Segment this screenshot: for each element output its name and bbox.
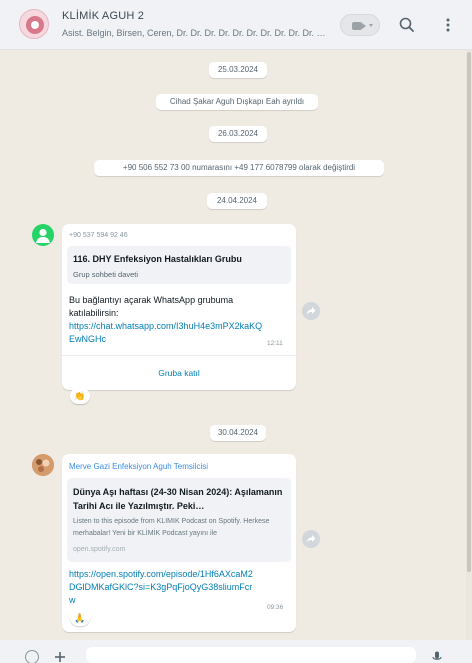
plus-icon — [55, 652, 65, 662]
forward-icon — [306, 307, 316, 315]
video-camera-icon — [352, 22, 362, 30]
reaction-badge[interactable]: 👏 — [70, 388, 90, 404]
preview-domain: open.spotify.com — [73, 546, 126, 553]
attach-button[interactable] — [54, 650, 66, 662]
forward-button[interactable] — [302, 530, 320, 548]
message-time: 09:36 — [267, 604, 284, 611]
group-avatar-logo-center — [31, 21, 39, 29]
group-invite-preview[interactable]: 116. DHY Enfeksiyon Hastalıkları Grubu G… — [67, 246, 291, 284]
date-chip: 30.04.2024 — [210, 425, 266, 441]
join-group-button[interactable]: Gruba katıl — [62, 368, 296, 378]
preview-subtitle: Grup sohbeti daveti — [73, 270, 139, 279]
sender-avatar[interactable] — [32, 224, 54, 246]
preview-title: Dünya Aşı haftası (24-30 Nisan 2024): Aş… — [73, 487, 283, 511]
scrollbar-thumb[interactable] — [467, 52, 471, 572]
chat-members[interactable]: Asist. Belgin, Birsen, Ceren, Dr. Dr. Dr… — [62, 28, 330, 38]
preview-description: Listen to this episode from KLIMIK Podca… — [73, 518, 270, 537]
smiley-icon[interactable] — [25, 650, 39, 663]
composer-bar — [0, 640, 472, 663]
forward-button[interactable] — [302, 302, 320, 320]
kebab-menu-icon — [446, 18, 450, 32]
sender-avatar[interactable] — [32, 454, 54, 476]
link-preview[interactable]: Dünya Aşı haftası (24-30 Nisan 2024): Aş… — [67, 478, 291, 562]
date-chip: 25.03.2024 — [209, 62, 267, 78]
menu-button[interactable] — [440, 14, 456, 36]
forward-icon — [306, 535, 316, 543]
system-message: +90 506 552 73 00 numarasını +49 177 607… — [94, 160, 384, 176]
message-list[interactable]: 25.03.2024 Cihad Şakar Aguh Dışkapı Eah … — [0, 50, 466, 640]
video-call-button[interactable] — [340, 14, 380, 36]
date-chip: 26.03.2024 — [209, 126, 267, 142]
message-bubble[interactable]: Merve Gazi Enfeksiyon Aguh Temsilcisi Dü… — [62, 454, 296, 632]
system-message: Cihad Şakar Aguh Dışkapı Eah ayrıldı — [156, 94, 318, 110]
sender-name[interactable]: Merve Gazi Enfeksiyon Aguh Temsilcisi — [69, 462, 208, 471]
microphone-button[interactable] — [432, 650, 442, 662]
chevron-down-icon — [369, 24, 373, 27]
reaction-badge[interactable]: 🙏 — [70, 610, 90, 626]
group-avatar[interactable] — [19, 9, 49, 39]
message-time: 12:11 — [267, 340, 283, 347]
chat-title[interactable]: KLİMİK AGUH 2 — [62, 10, 144, 22]
message-link[interactable]: https://open.spotify.com/episode/1Hf6AXc… — [69, 568, 253, 607]
divider — [62, 355, 296, 356]
date-chip: 24.04.2024 — [207, 193, 267, 209]
sender-phone[interactable]: +90 537 594 92 46 — [69, 232, 128, 239]
preview-title: 116. DHY Enfeksiyon Hastalıkları Grubu — [73, 254, 242, 264]
search-button[interactable] — [396, 14, 418, 36]
message-bubble[interactable]: +90 537 594 92 46 116. DHY Enfeksiyon Ha… — [62, 224, 296, 390]
message-text: Bu bağlantıyı açarak WhatsApp grubuma ka… — [69, 295, 234, 318]
profile-photo-icon — [32, 454, 54, 476]
video-camera-lens — [362, 23, 366, 29]
microphone-icon — [432, 651, 442, 660]
search-icon — [399, 17, 414, 32]
message-input[interactable] — [86, 647, 416, 663]
default-avatar-icon — [36, 228, 50, 243]
message-link[interactable]: https://chat.whatsapp.com/I3huH4e3mPX2ka… — [69, 320, 263, 346]
chat-header[interactable]: KLİMİK AGUH 2 Asist. Belgin, Birsen, Cer… — [0, 0, 472, 50]
